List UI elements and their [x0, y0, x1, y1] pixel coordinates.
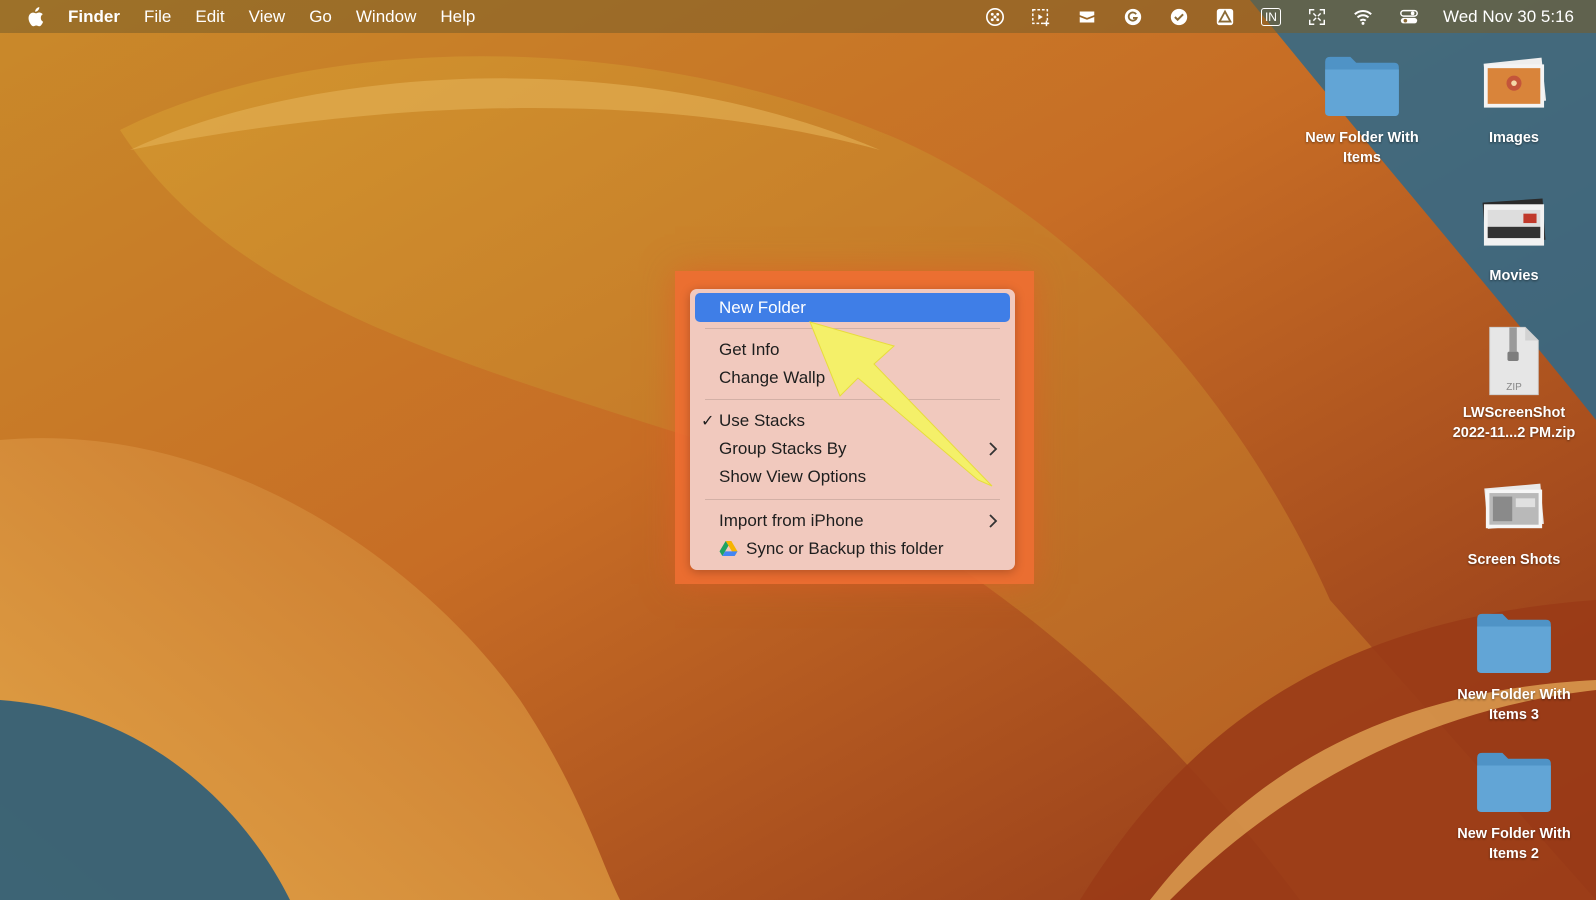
control-center-icon[interactable] — [1397, 6, 1421, 28]
globe-grid-icon[interactable] — [983, 6, 1007, 28]
desktop-icon-zip-file[interactable]: ZIP LWScreenShot 2022-11...2 PM.zip — [1439, 323, 1589, 443]
menu-item-group-stacks-by[interactable]: Group Stacks By — [695, 434, 1010, 463]
menu-file[interactable]: File — [144, 7, 171, 27]
icon-label-line-1: New Folder With — [1457, 826, 1571, 842]
menu-bar: Finder File Edit View Go Window Help IN — [0, 0, 1596, 33]
menu-item-label: New Folder — [719, 297, 806, 317]
stack-icon — [1474, 470, 1554, 546]
menu-item-use-stacks[interactable]: ✓ Use Stacks — [695, 406, 1010, 435]
icon-label-line-2: 2022-11...2 PM.zip — [1452, 425, 1576, 441]
menu-help[interactable]: Help — [440, 7, 475, 27]
menu-item-show-view-options[interactable]: Show View Options — [695, 462, 1010, 491]
icon-label-line-1: Images — [1489, 130, 1539, 146]
menu-item-label: Sync or Backup this folder — [746, 538, 944, 558]
menubar-clock[interactable]: Wed Nov 30 5:16 — [1443, 7, 1574, 27]
menu-view[interactable]: View — [249, 7, 286, 27]
desktop-icon-new-folder-with-items[interactable]: New Folder With Items — [1287, 48, 1437, 168]
menu-window[interactable]: Window — [356, 7, 416, 27]
zip-file-icon: ZIP — [1474, 323, 1554, 399]
menu-item-label: Use Stacks — [719, 410, 805, 430]
menu-item-new-folder[interactable]: New Folder — [695, 293, 1010, 322]
input-source-label: IN — [1260, 7, 1281, 26]
desktop-context-menu: New Folder Get Info Change Wallp ✓ Use S… — [690, 289, 1015, 570]
chevron-right-icon — [989, 441, 998, 456]
zip-badge-label: ZIP — [1506, 382, 1522, 393]
wifi-icon[interactable] — [1351, 6, 1375, 28]
icon-label-line-2: Items — [1343, 150, 1381, 166]
menu-item-label: Change Wallp — [719, 367, 826, 387]
google-drive-icon — [719, 540, 738, 557]
screen-capture-icon[interactable] — [1029, 6, 1053, 28]
menu-item-sync-backup[interactable]: Sync or Backup this folder — [695, 534, 1010, 563]
icon-label-line-1: New Folder With — [1305, 130, 1419, 146]
checkmark-icon: ✓ — [701, 412, 715, 430]
menu-item-label: Show View Options — [719, 466, 867, 486]
icon-label-line-1: Screen Shots — [1467, 552, 1561, 568]
stack-icon — [1474, 186, 1554, 262]
menu-finder[interactable]: Finder — [68, 7, 120, 27]
menu-item-get-info[interactable]: Get Info — [695, 335, 1010, 364]
menu-item-label: Get Info — [719, 339, 780, 359]
apple-menu-icon[interactable] — [24, 6, 46, 28]
menu-item-import-from-iphone[interactable]: Import from iPhone — [695, 506, 1010, 535]
menu-edit[interactable]: Edit — [195, 7, 224, 27]
menu-separator — [705, 499, 1000, 500]
desktop-icon-new-folder-with-items-3[interactable]: New Folder With Items 3 — [1439, 605, 1589, 725]
folder-icon — [1474, 605, 1554, 681]
icon-label-line-2: Items 3 — [1489, 707, 1539, 723]
reminders-icon[interactable] — [1075, 6, 1099, 28]
icon-label-line-1: Movies — [1489, 268, 1539, 284]
desktop-icon-movies[interactable]: Movies — [1439, 186, 1589, 286]
fullscreen-icon[interactable] — [1305, 6, 1329, 28]
chevron-right-icon — [989, 513, 998, 528]
menu-item-change-wallpaper[interactable]: Change Wallp — [695, 363, 1010, 392]
grammarly-icon[interactable] — [1121, 6, 1145, 28]
drive-icon[interactable] — [1213, 6, 1237, 28]
menu-item-label: Group Stacks By — [719, 438, 847, 458]
icon-label-line-2: Items 2 — [1489, 846, 1539, 862]
icon-label-line-1: LWScreenShot — [1462, 405, 1566, 421]
menu-separator — [705, 328, 1000, 329]
menu-separator — [705, 399, 1000, 400]
desktop-icon-new-folder-with-items-2[interactable]: New Folder With Items 2 — [1439, 744, 1589, 864]
folder-icon — [1474, 744, 1554, 820]
folder-icon — [1322, 48, 1402, 124]
input-source-icon[interactable]: IN — [1259, 6, 1283, 28]
todo-check-icon[interactable] — [1167, 6, 1191, 28]
menu-item-label: Import from iPhone — [719, 510, 864, 530]
desktop-icon-screen-shots[interactable]: Screen Shots — [1439, 470, 1589, 570]
stack-icon — [1474, 48, 1554, 124]
icon-label-line-1: New Folder With — [1457, 687, 1571, 703]
desktop-icon-images[interactable]: Images — [1439, 48, 1589, 148]
menu-go[interactable]: Go — [309, 7, 332, 27]
